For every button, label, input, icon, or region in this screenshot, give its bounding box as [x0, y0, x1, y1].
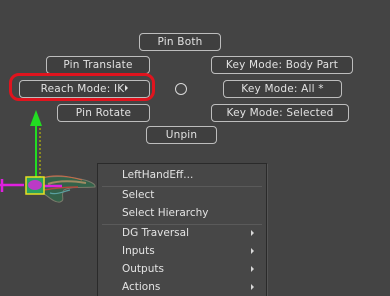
context-menu: LeftHandEff... Select Select Hierarchy D…	[97, 163, 267, 296]
menu-item-dg-traversal[interactable]: DG Traversal	[98, 224, 266, 242]
menu-item-select-hierarchy[interactable]: Select Hierarchy	[98, 204, 266, 222]
pin-both-button[interactable]: Pin Both	[139, 33, 221, 51]
unpin-button[interactable]: Unpin	[146, 126, 217, 144]
key-mode-all-button[interactable]: Key Mode: All *	[223, 80, 342, 98]
viewport[interactable]: Pin Both Pin Translate Key Mode: Body Pa…	[0, 0, 390, 296]
marking-menu-center-icon	[175, 83, 187, 95]
key-mode-selected-button[interactable]: Key Mode: Selected	[211, 104, 349, 122]
menu-title-item[interactable]: LeftHandEff...	[98, 166, 266, 184]
menu-item-inputs[interactable]: Inputs	[98, 242, 266, 260]
key-mode-body-part-button[interactable]: Key Mode: Body Part	[211, 56, 353, 74]
pin-rotate-button[interactable]: Pin Rotate	[57, 104, 150, 122]
menu-item-outputs[interactable]: Outputs	[98, 260, 266, 278]
menu-item-label: DG Traversal	[122, 227, 189, 239]
menu-item-label: Actions	[122, 281, 161, 293]
menu-item-actions[interactable]: Actions	[98, 278, 266, 296]
menu-item-label: Inputs	[122, 245, 155, 257]
highlight-ring	[9, 73, 155, 101]
menu-item-select[interactable]: Select	[98, 186, 266, 204]
submenu-arrow-icon	[251, 266, 254, 272]
pin-translate-button[interactable]: Pin Translate	[46, 56, 150, 74]
submenu-arrow-icon	[251, 230, 254, 236]
submenu-arrow-icon	[251, 284, 254, 290]
submenu-arrow-icon	[251, 248, 254, 254]
menu-item-label: Outputs	[122, 263, 164, 275]
